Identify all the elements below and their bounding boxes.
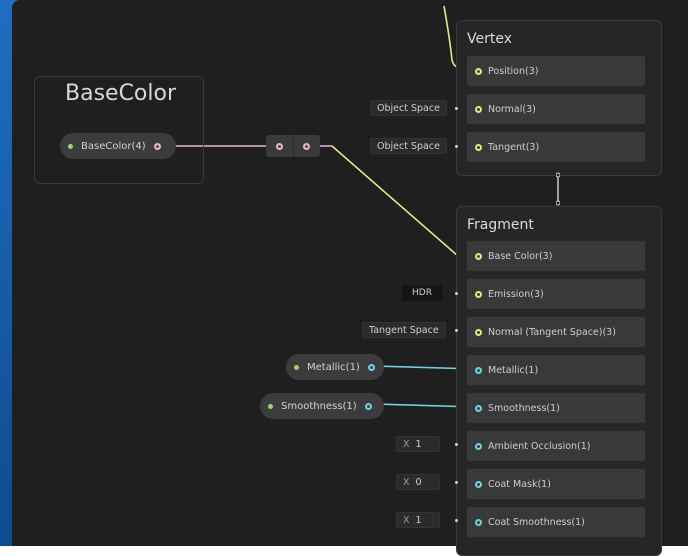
field-value: Object Space: [377, 140, 440, 152]
connector-dot-icon: [455, 329, 458, 332]
slot-label: Normal(3): [488, 103, 536, 115]
connector-dot-icon: [455, 292, 458, 295]
slot-label: Coat Smoothness(1): [488, 516, 585, 528]
vertex-block[interactable]: Vertex Position(3) Normal(3) Tangent(3): [456, 20, 662, 176]
slot-label: Metallic(1): [488, 364, 539, 376]
input-port-icon[interactable]: [475, 366, 482, 374]
output-port-icon[interactable]: [153, 142, 161, 150]
ambient-occlusion-field[interactable]: X 1: [396, 436, 440, 452]
slot-normal-tangent[interactable]: Normal (Tangent Space)(3): [467, 317, 645, 347]
slot-label: Coat Mask(1): [488, 478, 551, 490]
input-port-icon[interactable]: [276, 142, 283, 150]
slot-emission[interactable]: Emission(3): [467, 279, 645, 309]
output-port-icon[interactable]: [367, 363, 375, 371]
slot-coat-mask[interactable]: Coat Mask(1): [467, 469, 645, 499]
property-label: Smoothness(1): [281, 400, 357, 412]
basecolor-group[interactable]: BaseColor: [34, 76, 204, 184]
normal-space-field[interactable]: Object Space: [370, 100, 447, 116]
input-port-icon[interactable]: [475, 252, 482, 260]
connector-dot-icon: [455, 107, 458, 110]
block-title: Vertex: [467, 31, 513, 47]
coat-mask-field[interactable]: X 0: [396, 474, 440, 490]
metallic-property-node[interactable]: Metallic(1): [286, 354, 384, 380]
slot-label: Normal (Tangent Space)(3): [488, 326, 616, 338]
exposed-dot-icon: [268, 403, 273, 409]
slot-normal[interactable]: Normal(3): [467, 94, 645, 124]
field-axis-label: X: [403, 476, 410, 488]
slot-ambient-occlusion[interactable]: Ambient Occlusion(1): [467, 431, 645, 461]
field-axis-label: X: [403, 514, 410, 526]
output-port-icon[interactable]: [364, 402, 372, 410]
connector-dot-icon: [455, 443, 458, 446]
property-label: BaseColor(4): [81, 140, 146, 152]
exposed-dot-icon: [294, 364, 299, 370]
slot-label: Tangent(3): [488, 141, 540, 153]
smoothness-property-node[interactable]: Smoothness(1): [260, 393, 384, 419]
input-port-icon[interactable]: [475, 518, 482, 526]
exposed-dot-icon: [68, 143, 73, 149]
connector-dot-icon: [455, 145, 458, 148]
input-port-icon[interactable]: [475, 480, 482, 488]
field-value: HDR: [412, 288, 432, 298]
slot-label: Position(3): [488, 65, 539, 77]
group-title: BaseColor: [65, 81, 177, 106]
input-port-icon[interactable]: [475, 290, 482, 298]
input-port-icon[interactable]: [475, 143, 482, 151]
redirect-node[interactable]: [266, 135, 320, 157]
field-value: 1: [415, 438, 422, 450]
normal-space-field[interactable]: Tangent Space: [362, 322, 446, 338]
input-port-icon[interactable]: [475, 404, 482, 412]
emission-hdr-field[interactable]: HDR: [402, 285, 442, 301]
block-flow-link: [556, 172, 560, 206]
input-port-icon[interactable]: [475, 442, 482, 450]
input-port-icon[interactable]: [475, 67, 482, 75]
slot-metallic[interactable]: Metallic(1): [467, 355, 645, 385]
connector-dot-icon: [455, 519, 458, 522]
field-value: 0: [415, 476, 422, 488]
field-value: Tangent Space: [369, 324, 439, 336]
slot-label: Emission(3): [488, 288, 544, 300]
block-title: Fragment: [467, 217, 534, 233]
slot-coat-smoothness[interactable]: Coat Smoothness(1): [467, 507, 645, 537]
slot-label: Ambient Occlusion(1): [488, 440, 591, 452]
basecolor-property-node[interactable]: BaseColor(4): [60, 133, 176, 159]
output-port-icon[interactable]: [303, 142, 310, 150]
coat-smoothness-field[interactable]: X 1: [396, 512, 440, 528]
tangent-space-field[interactable]: Object Space: [370, 138, 447, 154]
slot-position[interactable]: Position(3): [467, 56, 645, 86]
input-port-icon[interactable]: [475, 328, 482, 336]
connector-dot-icon: [455, 481, 458, 484]
slot-tangent[interactable]: Tangent(3): [467, 132, 645, 162]
slot-label: Base Color(3): [488, 250, 553, 262]
slot-smoothness[interactable]: Smoothness(1): [467, 393, 645, 423]
slot-label: Smoothness(1): [488, 402, 560, 414]
fragment-block[interactable]: Fragment Base Color(3) Emission(3) Norma…: [456, 206, 662, 556]
field-axis-label: X: [403, 438, 410, 450]
property-label: Metallic(1): [307, 361, 360, 373]
field-value: 1: [415, 514, 422, 526]
divider: [293, 135, 294, 157]
field-value: Object Space: [377, 102, 440, 114]
input-port-icon[interactable]: [475, 105, 482, 113]
slot-base-color[interactable]: Base Color(3): [467, 241, 645, 271]
